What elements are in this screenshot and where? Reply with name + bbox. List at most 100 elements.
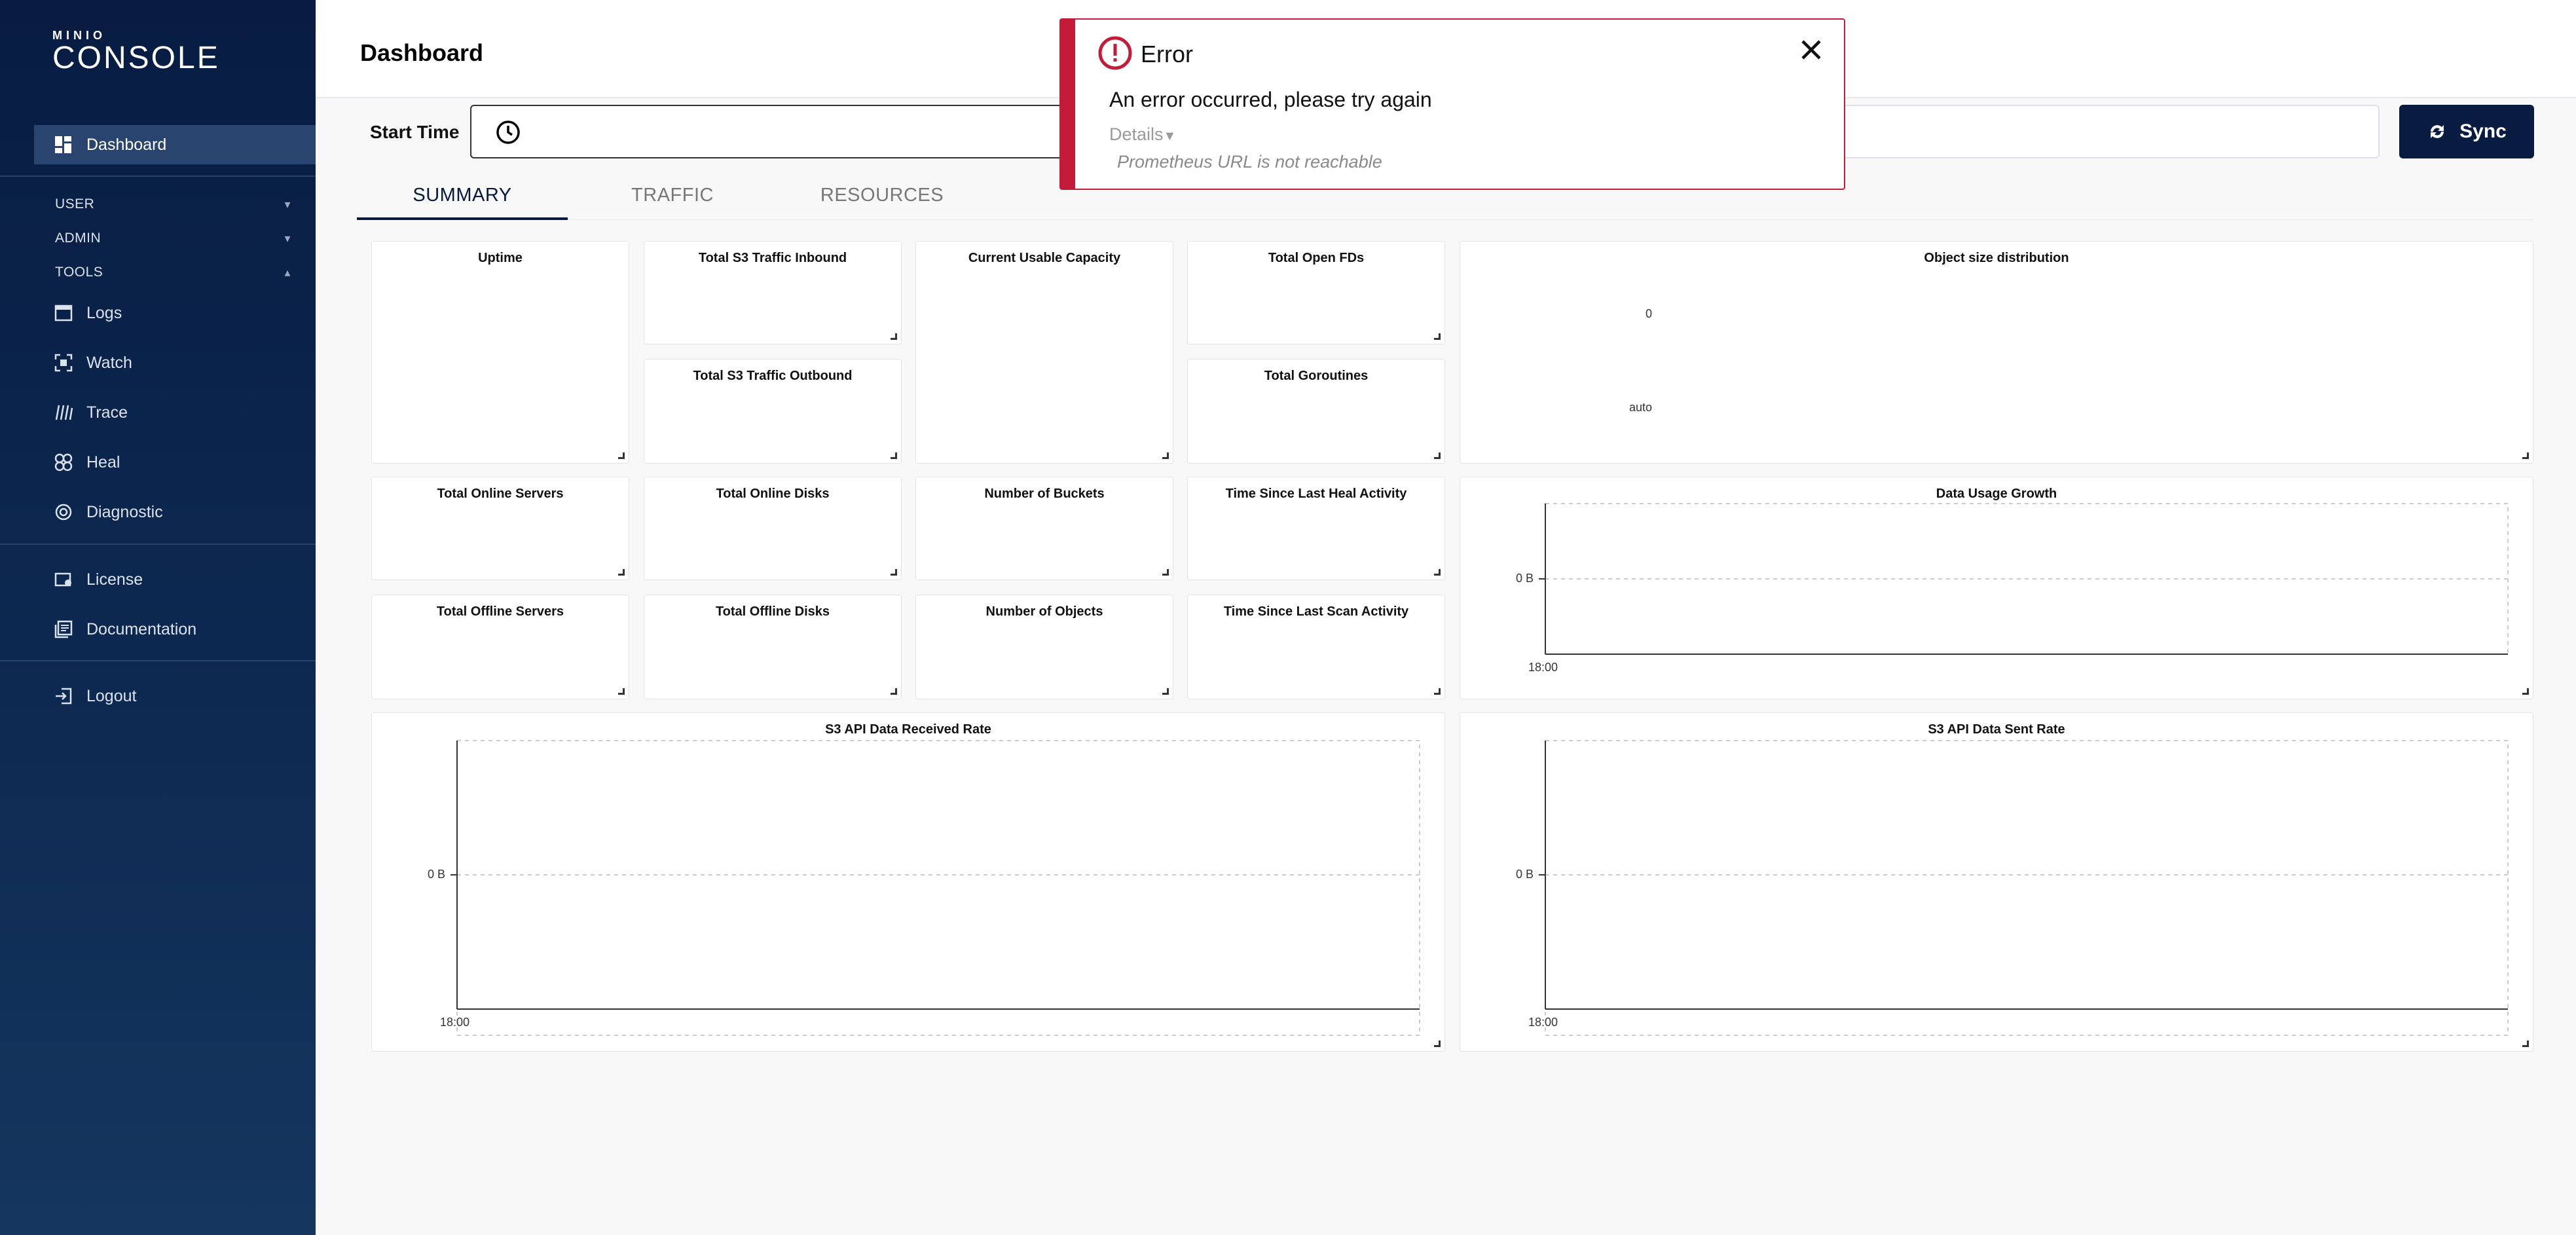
panel-total-offline-servers: Total Offline Servers [371,595,629,699]
sidebar-item-label: Dashboard [86,135,167,154]
sent-rate-chart [1539,740,2509,1036]
tab-traffic[interactable]: TRAFFIC [568,169,777,221]
sidebar-item-trace[interactable]: Trace [34,393,316,432]
resize-handle[interactable] [891,452,897,459]
panel-title: Number of Buckets [984,487,1105,501]
panel-data-usage-growth: Data Usage Growth 0 B 18:00 [1460,477,2533,699]
resize-handle[interactable] [1434,688,1441,695]
clock-icon[interactable] [495,119,521,145]
panel-total-offline-disks: Total Offline Disks [644,595,902,699]
chart-grid-box [456,740,1420,1036]
resize-handle[interactable] [891,333,897,340]
chevron-down-icon: ▾ [284,197,291,211]
sidebar-item-logout[interactable]: Logout [34,676,316,716]
panel-title: Total Online Disks [716,487,830,501]
resize-handle[interactable] [618,452,625,459]
chevron-up-icon: ▴ [284,265,291,279]
caret-down-icon: ▼ [1163,129,1177,143]
panel-s3-traffic-inbound: Total S3 Traffic Inbound [644,241,902,344]
x-tick-label: 18:00 [440,1016,470,1029]
error-details-toggle[interactable]: Details▼ [1109,124,1176,145]
logs-icon [54,303,73,323]
panel-title: Total Offline Disks [715,604,830,619]
resize-handle[interactable] [1434,452,1441,459]
panel-total-online-disks: Total Online Disks [644,477,902,580]
resize-handle[interactable] [1434,333,1441,340]
chevron-down-icon: ▾ [284,231,291,245]
start-time-label: Start Time [370,122,460,142]
sidebar-item-dashboard[interactable]: Dashboard [34,125,316,164]
panel-title: Uptime [478,251,523,265]
x-tick-label: 18:00 [1528,661,1558,674]
panel-title: Total Goroutines [1264,369,1369,383]
panel-time-since-last-scan: Time Since Last Scan Activity [1187,595,1445,699]
tab-resources[interactable]: RESOURCES [777,169,987,221]
resize-handle[interactable] [1434,569,1441,576]
tab-summary[interactable]: SUMMARY [357,169,568,221]
y-tick-label: 0 B [1516,572,1534,585]
panel-time-since-last-heal: Time Since Last Heal Activity [1187,477,1445,580]
panel-title: Total S3 Traffic Inbound [698,251,847,265]
y-tick-label: 0 B [428,868,446,881]
section-label: TOOLS [55,265,103,280]
resize-handle[interactable] [891,688,897,695]
tab-divider [357,219,2534,220]
resize-handle[interactable] [1162,452,1169,459]
panel-title: Time Since Last Heal Activity [1225,487,1407,501]
logo-brand-small: MINIO [52,29,106,42]
sidebar-section-user[interactable]: USER ▾ [55,191,291,217]
sidebar-item-diagnostic[interactable]: Diagnostic [34,492,316,532]
documentation-icon [54,619,73,639]
close-icon[interactable] [1797,35,1826,64]
sidebar-item-watch[interactable]: Watch [34,343,316,382]
sidebar-divider [0,544,316,545]
resize-handle[interactable] [618,569,625,576]
resize-handle[interactable] [1162,688,1169,695]
error-detail-text: Prometheus URL is not reachable [1117,152,1382,172]
minio-console-logo[interactable]: MINIO CONSOLE [52,29,223,75]
panel-object-size-distribution: Object size distribution 0 auto [1460,241,2533,464]
obj-dist-zero-label: 0 [1646,307,1653,320]
start-time-field[interactable] [470,105,1092,158]
sync-icon [2431,125,2444,138]
trace-icon [54,403,73,422]
resize-handle[interactable] [618,688,625,695]
logout-icon [54,686,73,706]
sidebar-item-label: Heal [86,452,120,471]
page-title: Dashboard [360,39,484,66]
resize-handle[interactable] [2522,688,2529,695]
resize-handle[interactable] [891,569,897,576]
panel-title: Total Open FDs [1268,251,1365,265]
sidebar-section-tools[interactable]: TOOLS ▴ [55,259,291,286]
sidebar-item-label: Diagnostic [86,502,163,521]
dashboard-icon [54,135,73,155]
panel-current-usable-capacity: Current Usable Capacity [915,241,1173,464]
y-tick-label: 0 B [1516,868,1534,881]
sidebar-item-documentation[interactable]: Documentation [34,610,316,649]
license-icon [54,570,73,589]
sidebar-section-admin[interactable]: ADMIN ▾ [55,225,291,251]
heal-icon [54,452,73,472]
error-title: Error [1141,41,1193,67]
sidebar-item-heal[interactable]: Heal [34,443,316,482]
resize-handle[interactable] [2522,1041,2529,1047]
panel-title: Current Usable Capacity [968,251,1121,265]
section-label: ADMIN [55,230,101,246]
sidebar-item-label: Logs [86,303,122,322]
sidebar-divider [0,660,316,661]
error-snackbar: Error An error occurred, please try agai… [1059,18,1845,190]
resize-handle[interactable] [1162,569,1169,576]
panel-number-of-objects: Number of Objects [915,595,1173,699]
panel-uptime: Uptime [371,241,629,464]
panel-total-goroutines: Total Goroutines [1187,359,1445,464]
sidebar-item-logs[interactable]: Logs [34,293,316,333]
sync-button[interactable]: Sync [2399,105,2534,158]
sync-label: Sync [2459,120,2507,142]
resize-handle[interactable] [1434,1041,1441,1047]
sidebar-item-license[interactable]: License [34,560,316,599]
resize-handle[interactable] [2522,452,2529,459]
panel-s3-traffic-outbound: Total S3 Traffic Outbound [644,359,902,464]
panel-title: Object size distribution [1924,251,2069,265]
sidebar-divider [0,175,316,177]
chart-grid-box [1545,740,2509,1036]
